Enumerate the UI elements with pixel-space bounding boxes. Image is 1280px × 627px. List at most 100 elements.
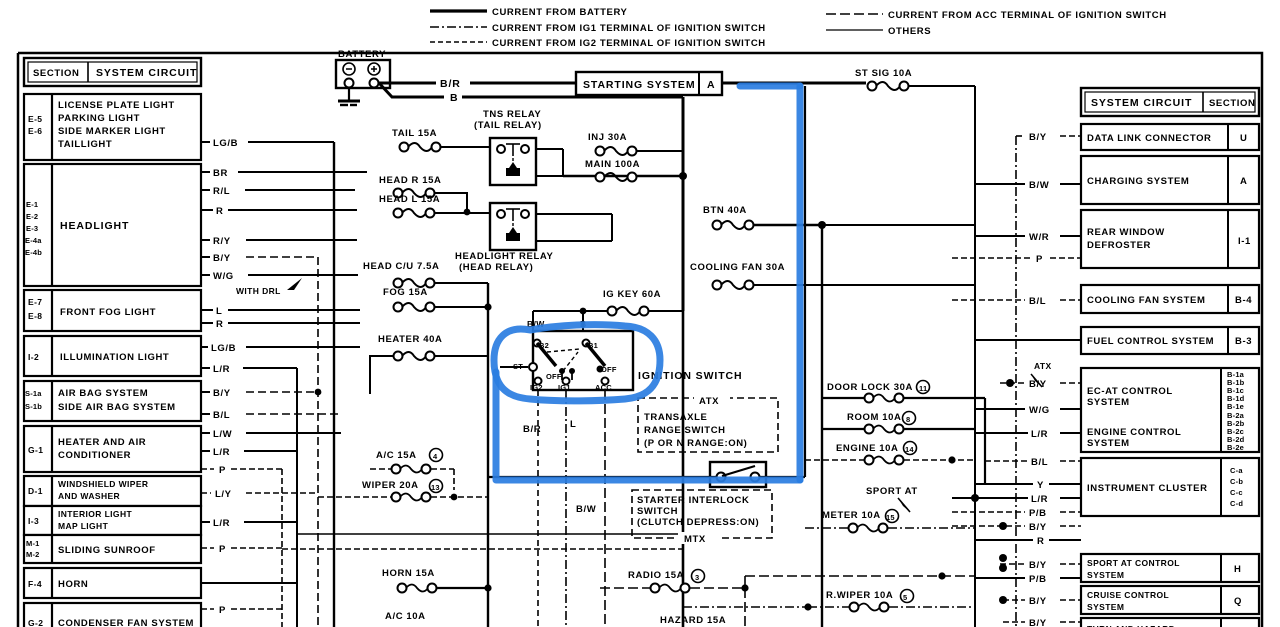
wire-label-br: BR bbox=[213, 168, 228, 179]
wire-label-by-r5: B/Y bbox=[1029, 379, 1047, 390]
left-row-code: D-1 bbox=[28, 486, 43, 496]
right-row-fuel-control-system[interactable]: FUEL CONTROL SYSTEM B-3 bbox=[1079, 325, 1261, 356]
left-row-code: E-5 bbox=[28, 114, 42, 124]
left-row-front-fog-light[interactable]: E-7 E-8 FRONT FOG LIGHT bbox=[22, 288, 203, 333]
left-row-code: E-6 bbox=[28, 126, 42, 136]
left-row-interior-light[interactable]: I-3 INTERIOR LIGHT MAP LIGHT bbox=[22, 504, 203, 537]
left-row-name-1: HEATER AND AIR bbox=[58, 437, 146, 448]
left-row-headlight[interactable]: E-1 E-2 E-3 E-4a E-4b HEADLIGHT bbox=[22, 162, 203, 288]
left-row-code: M-1 bbox=[26, 539, 40, 548]
atx-right-note: ATX bbox=[1034, 361, 1052, 371]
mtx-tag-label: MTX bbox=[684, 534, 706, 545]
left-row-name: SLIDING SUNROOF bbox=[58, 545, 156, 556]
fuse-label-door-lock: DOOR LOCK 30A bbox=[827, 382, 913, 393]
right-row-name-2: SYSTEM bbox=[1087, 602, 1124, 612]
right-row-data-link-connector[interactable]: DATA LINK CONNECTOR U bbox=[1079, 122, 1261, 152]
wire-label-bl: B/L bbox=[213, 410, 230, 421]
right-row-ecat-engine-control[interactable]: EC-AT CONTROL SYSTEM ENGINE CONTROL SYST… bbox=[1079, 366, 1261, 454]
right-row-cooling-fan-system[interactable]: COOLING FAN SYSTEM B-4 bbox=[1079, 283, 1261, 315]
fuse-number-engine: 14 bbox=[905, 445, 914, 454]
wire-label-lr-r6: L/R bbox=[1031, 429, 1048, 440]
left-table: E-5 E-6 LICENSE PLATE LIGHT PARKING LIGH… bbox=[22, 92, 203, 627]
right-row-sport-at-control-system[interactable]: SPORT AT CONTROL SYSTEM H bbox=[1079, 552, 1261, 584]
wire-label-rl: R/L bbox=[213, 186, 230, 197]
right-row-instrument-cluster[interactable]: INSTRUMENT CLUSTER C-a C-b C-c C-d bbox=[1079, 456, 1261, 518]
left-row-sliding-sunroof[interactable]: M-1 M-2 SLIDING SUNROOF bbox=[22, 533, 203, 565]
ignition-terminal-acc: ACC bbox=[595, 383, 612, 392]
wiring-diagram-canvas: CURRENT FROM BATTERY CURRENT FROM IG1 TE… bbox=[16, 7, 1264, 627]
left-wire-leads: LG/B BR R/L R R/Y B/Y W/G WITH DRL L R L… bbox=[201, 138, 367, 627]
legend-label-others: OTHERS bbox=[888, 26, 931, 37]
right-row-name-1: REAR WINDOW bbox=[1087, 227, 1165, 238]
fuse-label-ac15: A/C 15A bbox=[376, 450, 417, 461]
left-row-condenser-fan-system[interactable]: G-2 CONDENSER FAN SYSTEM bbox=[22, 601, 203, 627]
left-row-code: E-4a bbox=[25, 236, 42, 245]
right-row-name-1: CRUISE CONTROL bbox=[1087, 590, 1169, 600]
right-row-rear-window-defroster[interactable]: REAR WINDOW DEFROSTER I-1 bbox=[1079, 208, 1261, 270]
wire-label-p-r3: P bbox=[1036, 254, 1043, 265]
wire-label-ry: R/Y bbox=[213, 236, 231, 247]
right-row-code: B-3 bbox=[1235, 336, 1252, 347]
right-row-cruise-control-system[interactable]: CRUISE CONTROL SYSTEM Q bbox=[1079, 584, 1261, 616]
right-row-name: COOLING FAN SYSTEM bbox=[1087, 295, 1205, 306]
left-row-name-2: AND WASHER bbox=[58, 491, 120, 501]
right-row-charging-system[interactable]: CHARGING SYSTEM A bbox=[1079, 154, 1261, 206]
left-row-name: FRONT FOG LIGHT bbox=[60, 307, 156, 318]
right-row-name: DATA LINK CONNECTOR bbox=[1087, 133, 1212, 144]
left-row-code: S-1b bbox=[25, 402, 42, 411]
ignition-switch-component[interactable]: B/W B B2 B1 ST OFF OFF IG2 IG1 ACC IGNIT… bbox=[500, 319, 743, 627]
left-row-code: I-2 bbox=[28, 352, 39, 362]
right-wire-leads: B/Y B/W W/R P B/L ATX B/Y W/G L/R B/L Y … bbox=[952, 132, 1081, 627]
left-row-horn[interactable]: F-4 HORN bbox=[22, 566, 203, 600]
right-row-turn-and-hazard[interactable]: TURN AND HAZARD bbox=[1079, 616, 1261, 627]
left-row-name: HORN bbox=[58, 579, 88, 590]
left-row-name: ILLUMINATION LIGHT bbox=[60, 352, 169, 363]
legend-label-battery: CURRENT FROM BATTERY bbox=[492, 7, 628, 18]
right-row-code: U bbox=[1240, 133, 1247, 144]
fuse-number-radio: 3 bbox=[695, 573, 699, 582]
fuse-label-meter: METER 10A bbox=[822, 510, 881, 521]
right-row-name-ecat-2: SYSTEM bbox=[1087, 397, 1130, 408]
starter-interlock-label-3: (CLUTCH DEPRESS:ON) bbox=[637, 517, 759, 528]
left-row-name-1: AIR BAG SYSTEM bbox=[58, 388, 148, 399]
left-row-name-3: SIDE MARKER LIGHT bbox=[58, 126, 166, 137]
atx-tag-label: ATX bbox=[699, 396, 719, 407]
wire-label-by-r8: B/Y bbox=[1029, 560, 1047, 571]
left-row-name-2: PARKING LIGHT bbox=[58, 113, 140, 124]
wire-label-by2: B/Y bbox=[213, 388, 231, 399]
left-row-name-1: WINDSHIELD WIPER bbox=[58, 479, 148, 489]
fuse-label-room: ROOM 10A bbox=[847, 412, 901, 423]
right-row-name-eng-1: ENGINE CONTROL bbox=[1087, 427, 1181, 438]
wire-label-r-r7: R bbox=[1037, 536, 1044, 547]
fuse-label-wiper: WIPER 20A bbox=[362, 480, 419, 491]
fuse-number-door-lock: 11 bbox=[919, 384, 927, 393]
left-row-code: E-4b bbox=[25, 248, 42, 257]
fuse-st-sig[interactable]: ST SIG 10A bbox=[722, 68, 976, 627]
right-row-name: CHARGING SYSTEM bbox=[1087, 176, 1189, 187]
starting-system-box[interactable]: STARTING SYSTEM A bbox=[574, 70, 724, 97]
wire-label-p2: P bbox=[219, 544, 226, 555]
ignition-terminal-ig1: IG1 bbox=[558, 383, 571, 392]
left-row-windshield-wiper-and-washer[interactable]: D-1 WINDSHIELD WIPER AND WASHER bbox=[22, 474, 203, 508]
starter-interlock-switch[interactable]: STARTER INTERLOCK SWITCH (CLUTCH DEPRESS… bbox=[631, 489, 773, 545]
right-header-section: SECTION bbox=[1209, 98, 1255, 109]
legend: CURRENT FROM BATTERY CURRENT FROM IG1 TE… bbox=[430, 7, 1166, 49]
ignition-terminal-ig2: IG2 bbox=[530, 383, 543, 392]
wire-label-p3: P bbox=[219, 605, 226, 616]
wire-label-wg-r5: W/G bbox=[1029, 405, 1050, 416]
tns-relay[interactable]: TNS RELAY (TAIL RELAY) bbox=[474, 109, 683, 187]
right-row-code: I-1 bbox=[1238, 236, 1251, 247]
right-row-code: B-4 bbox=[1235, 295, 1252, 306]
left-row-code: S-1a bbox=[25, 389, 42, 398]
left-row-air-bag-system[interactable]: S-1a S-1b AIR BAG SYSTEM SIDE AIR BAG SY… bbox=[22, 379, 203, 423]
left-row-name-1: LICENSE PLATE LIGHT bbox=[58, 100, 175, 111]
battery-component[interactable]: BATTERY bbox=[334, 49, 392, 107]
left-row-license-plate[interactable]: E-5 E-6 LICENSE PLATE LIGHT PARKING LIGH… bbox=[22, 92, 203, 162]
left-row-heater-and-air-conditioner[interactable]: G-1 HEATER AND AIR CONDITIONER bbox=[22, 424, 203, 474]
transaxle-label-3: (P OR N RANGE:ON) bbox=[644, 438, 747, 449]
with-drl-label: WITH DRL bbox=[236, 286, 281, 296]
left-row-illumination-light[interactable]: I-2 ILLUMINATION LIGHT bbox=[22, 334, 203, 378]
right-row-name-ecat-1: EC-AT CONTROL bbox=[1087, 386, 1173, 397]
wire-label-lr-r7: L/R bbox=[1031, 494, 1048, 505]
left-row-name-2: MAP LIGHT bbox=[58, 521, 109, 531]
